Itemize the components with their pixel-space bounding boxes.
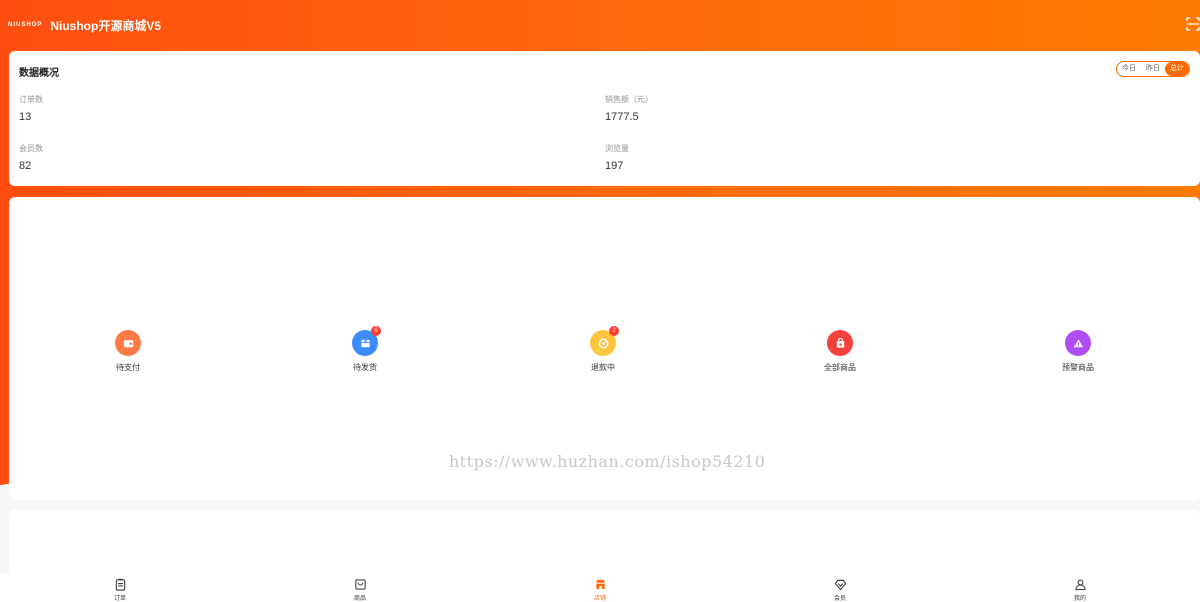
shortcut-refunding[interactable]: 2 退款中: [563, 326, 643, 373]
stat-value: 13: [19, 111, 32, 123]
tab-label: 店铺: [593, 596, 606, 602]
date-range-switch: 今日 昨日 总计: [1116, 61, 1190, 77]
stat-orders[interactable]: 订单数 13: [19, 94, 43, 123]
user-icon: [1074, 579, 1086, 591]
shortcut-label: 退款中: [591, 363, 615, 372]
box-icon: 6: [352, 326, 381, 356]
member-icon: [834, 579, 846, 591]
shortcut-label: 预警商品: [1062, 363, 1094, 372]
scan-icon[interactable]: [1186, 17, 1200, 31]
range-today[interactable]: 今日: [1117, 62, 1141, 76]
watermark-url: https://www.huzhan.com/ishop54210: [449, 452, 766, 471]
stat-label: 浏览量: [605, 144, 629, 153]
bottom-tab-bar: 订单 商品 店铺 会员 我的: [0, 573, 1200, 602]
tab-members[interactable]: 会员: [720, 573, 960, 602]
tab-goods[interactable]: 商品: [240, 573, 480, 602]
refund-count-badge: 2: [609, 326, 619, 336]
tab-label: 我的: [1073, 596, 1086, 602]
stat-sales[interactable]: 销售额（元） 1777.5: [605, 94, 653, 123]
data-overview-card: 数据概况 今日 昨日 总计 订单数 13 销售额（元） 1777.5 会员数 8…: [9, 51, 1200, 186]
tab-label: 商品: [353, 596, 366, 602]
shortcuts-card: 待支付 6 待发货 2 退款中 全部商品 预警商品 https://www.hu…: [9, 197, 1200, 500]
order-icon: [115, 578, 125, 591]
shopping-bag-icon: [827, 330, 853, 356]
tab-orders[interactable]: 订单: [0, 573, 240, 602]
stat-value: 82: [19, 160, 32, 172]
stat-label: 订单数: [19, 95, 43, 104]
warning-icon: [1065, 330, 1091, 356]
range-yesterday[interactable]: 昨日: [1141, 62, 1165, 76]
stat-members[interactable]: 会员数 82: [19, 143, 43, 172]
shop-logo: NIUSHOP: [8, 22, 43, 28]
overview-title: 数据概况: [19, 68, 59, 79]
shop-name: Niushop开源商城V5: [50, 18, 162, 33]
shortcut-pending-payment[interactable]: 待支付: [88, 330, 168, 373]
wallet-icon: [115, 330, 141, 356]
tab-label: 会员: [833, 596, 846, 602]
shortcut-label: 待发货: [353, 363, 377, 372]
tab-mine[interactable]: 我的: [960, 573, 1200, 602]
shortcut-warning-goods[interactable]: 预警商品: [1038, 330, 1118, 373]
shortcut-label: 全部商品: [824, 363, 856, 372]
stat-views[interactable]: 浏览量 197: [605, 143, 629, 172]
tab-store[interactable]: 店铺: [480, 573, 720, 602]
goods-icon: [354, 579, 366, 590]
stat-value: 197: [605, 160, 624, 172]
shortcut-label: 待支付: [116, 363, 140, 372]
tab-label: 订单: [113, 596, 126, 602]
refund-icon: 2: [590, 326, 619, 356]
shortcut-all-goods[interactable]: 全部商品: [800, 330, 880, 373]
stat-value: 1777.5: [605, 111, 639, 123]
range-total[interactable]: 总计: [1165, 62, 1189, 76]
top-bar: NIUSHOP Niushop开源商城V5: [0, 0, 1200, 50]
stat-label: 销售额（元）: [605, 95, 653, 104]
shipment-count-badge: 6: [371, 326, 381, 336]
store-icon: [595, 579, 605, 590]
stat-label: 会员数: [19, 144, 43, 153]
shortcut-pending-shipment[interactable]: 6 待发货: [325, 326, 405, 373]
